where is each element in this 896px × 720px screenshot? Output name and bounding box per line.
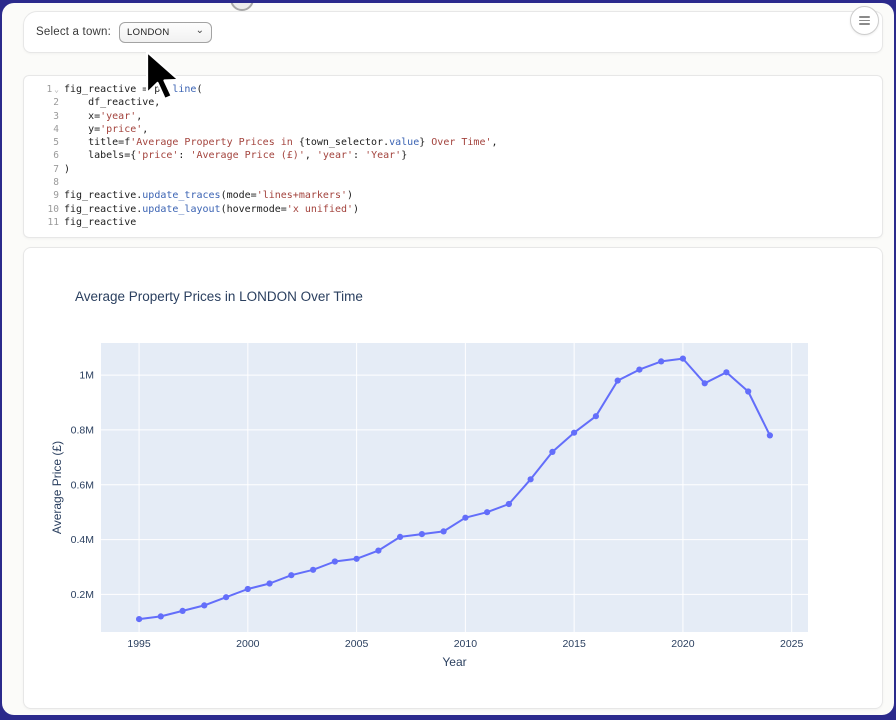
x-tick-label: 2020 (671, 638, 695, 650)
data-point-marker[interactable] (528, 476, 534, 482)
code-line[interactable]: 10fig_reactive.update_layout(hovermode='… (24, 203, 882, 216)
code-line[interactable]: 4 y='price', (24, 123, 882, 136)
y-tick-label: 0.8M (71, 424, 94, 436)
data-point-marker[interactable] (658, 358, 664, 364)
data-point-marker[interactable] (702, 380, 708, 386)
line-number: 7 (24, 163, 64, 176)
y-tick-label: 0.2M (71, 589, 94, 601)
code-text: fig_reactive (64, 216, 136, 229)
data-point-marker[interactable] (680, 356, 686, 362)
data-point-marker[interactable] (571, 430, 577, 436)
data-point-marker[interactable] (180, 608, 186, 614)
code-text: title=f'Average Property Prices in {town… (64, 136, 498, 149)
code-text: fig_reactive.update_layout(hovermode='x … (64, 203, 359, 216)
code-line[interactable]: 7) (24, 163, 882, 176)
code-line[interactable]: 8 (24, 176, 882, 189)
data-point-marker[interactable] (397, 534, 403, 540)
x-tick-label: 1995 (127, 638, 151, 650)
code-line[interactable]: 3 x='year', (24, 110, 882, 123)
code-line[interactable]: 9fig_reactive.update_traces(mode='lines+… (24, 189, 882, 202)
data-point-marker[interactable] (267, 580, 273, 586)
line-number: 2 (24, 96, 64, 109)
code-text: df_reactive, (64, 96, 160, 109)
chart-title: Average Property Prices in LONDON Over T… (75, 289, 363, 304)
line-number: 8 (24, 176, 64, 189)
line-number: 6 (24, 149, 64, 162)
chart-output-card: 1995 2000 2005 2010 2015 2020 2025 0.2M 0.4M 0.6M… (23, 247, 883, 709)
line-number: 5 (24, 136, 64, 149)
x-tick-label: 2010 (454, 638, 478, 650)
code-line[interactable]: 5 title=f'Average Property Prices in {to… (24, 136, 882, 149)
y-axis-label: Average Price (£) (50, 441, 64, 534)
code-line[interactable]: 11fig_reactive (24, 216, 882, 229)
data-point-marker[interactable] (745, 388, 751, 394)
code-line[interactable]: 2 df_reactive, (24, 96, 882, 109)
data-point-marker[interactable] (419, 531, 425, 537)
data-point-marker[interactable] (310, 567, 316, 573)
line-number: 1⌄ (24, 83, 64, 96)
y-tick-label: 0.6M (71, 479, 94, 491)
data-point-marker[interactable] (375, 548, 381, 554)
data-point-marker[interactable] (201, 602, 207, 608)
data-point-marker[interactable] (354, 556, 360, 562)
data-point-marker[interactable] (332, 558, 338, 564)
x-tick-label: 2025 (780, 638, 804, 650)
fold-chevron-icon[interactable]: ⌄ (52, 85, 59, 94)
data-point-marker[interactable] (245, 586, 251, 592)
data-point-marker[interactable] (506, 501, 512, 507)
hamburger-menu-icon (859, 15, 870, 27)
data-point-marker[interactable] (484, 509, 490, 515)
data-point-marker[interactable] (136, 616, 142, 622)
code-line[interactable]: 1⌄fig_reactive = px.line( (24, 83, 882, 96)
x-axis-label: Year (442, 655, 466, 669)
data-point-marker[interactable] (767, 432, 773, 438)
line-number: 9 (24, 189, 64, 202)
data-point-marker[interactable] (158, 613, 164, 619)
code-text: ) (64, 163, 70, 176)
plotly-line-chart[interactable]: 1995 2000 2005 2010 2015 2020 2025 0.2M 0.4M 0.6M… (24, 248, 882, 708)
line-number: 4 (24, 123, 64, 136)
code-text: fig_reactive = px.line( (64, 83, 203, 96)
chevron-down-icon: ⌄ (196, 26, 204, 36)
y-tick-label: 0.4M (71, 534, 94, 546)
code-text: x='year', (64, 110, 142, 123)
code-line[interactable]: 6 labels={'price': 'Average Price (£)', … (24, 149, 882, 162)
data-point-marker[interactable] (593, 413, 599, 419)
town-select-label: Select a town: (36, 26, 111, 38)
x-tick-label: 2005 (345, 638, 369, 650)
y-tick-label: 1M (79, 370, 94, 382)
x-tick-label: 2000 (236, 638, 260, 650)
town-select-dropdown[interactable]: LONDON ⌄ (119, 22, 212, 43)
data-point-marker[interactable] (223, 594, 229, 600)
data-point-marker[interactable] (615, 378, 621, 384)
cutoff-logo-blob (230, 3, 254, 11)
town-select-value: LONDON (127, 27, 196, 38)
code-text: fig_reactive.update_traces(mode='lines+m… (64, 189, 353, 202)
line-number: 10 (24, 203, 64, 216)
code-text: labels={'price': 'Average Price (£)', 'y… (64, 149, 407, 162)
controls-cell-card: Select a town: LONDON ⌄ (23, 11, 883, 53)
data-point-marker[interactable] (549, 449, 555, 455)
data-point-marker[interactable] (288, 572, 294, 578)
notebook-menu-button[interactable] (850, 6, 879, 35)
data-point-marker[interactable] (462, 515, 468, 521)
line-number: 11 (24, 216, 64, 229)
x-tick-label: 2015 (562, 638, 586, 650)
app-window: Select a town: LONDON ⌄ 1⌄fig_reactive =… (2, 3, 894, 715)
line-number: 3 (24, 110, 64, 123)
plot-area[interactable] (101, 343, 808, 632)
data-point-marker[interactable] (441, 528, 447, 534)
code-text: y='price', (64, 123, 148, 136)
data-point-marker[interactable] (723, 369, 729, 375)
data-point-marker[interactable] (636, 367, 642, 373)
code-cell-card[interactable]: 1⌄fig_reactive = px.line(2 df_reactive,3… (23, 75, 883, 238)
